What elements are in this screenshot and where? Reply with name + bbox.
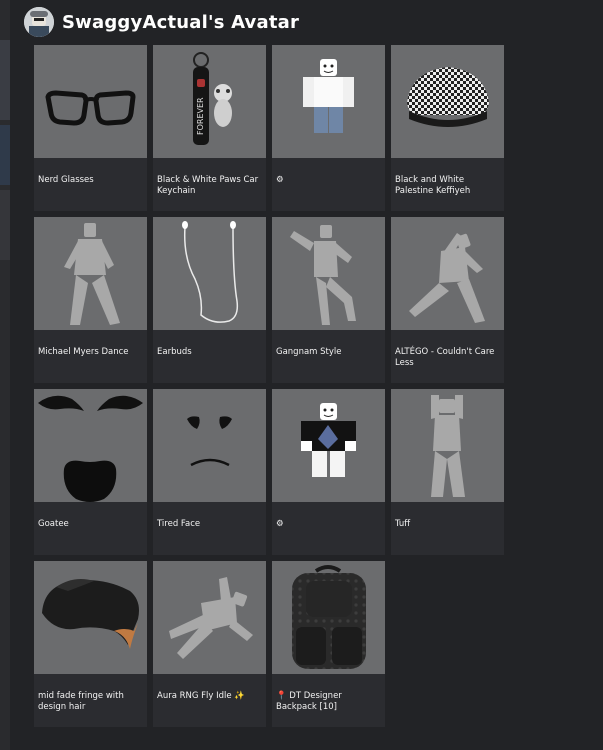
item-thumbnail (34, 389, 147, 502)
item-thumbnail (391, 45, 504, 158)
item-name: Earbuds (157, 347, 192, 357)
item-card[interactable]: ⚙ (272, 45, 385, 211)
item-name: Gangnam Style (276, 347, 342, 357)
item-thumbnail (34, 561, 147, 674)
item-name: ALTÉGO - Couldn't Care Less (395, 347, 495, 368)
item-name: Nerd Glasses (38, 175, 94, 185)
item-card[interactable]: Tired Face (153, 389, 266, 555)
avatar-headshot-icon (24, 7, 54, 37)
item-card[interactable]: Michael Myers Dance (34, 217, 147, 383)
item-name: mid fade fringe with design hair (38, 691, 124, 712)
face-icon (187, 416, 232, 467)
item-thumbnail (153, 561, 266, 674)
item-thumbnail (391, 389, 504, 502)
item-thumbnail (272, 45, 385, 158)
fly-silhouette-icon (169, 577, 253, 659)
dance-silhouette-icon (64, 223, 120, 325)
item-name: Michael Myers Dance (38, 347, 129, 357)
item-thumbnail (272, 217, 385, 330)
item-card[interactable]: Goatee (34, 389, 147, 555)
item-card[interactable]: Tuff (391, 389, 504, 555)
item-name: ⚙ (276, 519, 284, 529)
item-name: ⚙ (276, 175, 284, 185)
item-card[interactable]: FOREVER Black & White Paws Car Keychain (153, 45, 266, 211)
item-card[interactable]: mid fade fringe with design hair (34, 561, 147, 727)
earbuds-icon (182, 221, 239, 323)
item-name: 📍 DT Designer Backpack [10] (276, 691, 342, 712)
item-card[interactable]: 📍 DT Designer Backpack [10] (272, 561, 385, 727)
item-name: Black & White Paws Car Keychain (157, 175, 259, 196)
item-thumbnail (153, 217, 266, 330)
keychain-icon: FOREVER (193, 52, 232, 145)
item-card[interactable]: Black and White Palestine Keffiyeh (391, 45, 504, 211)
goatee-icon (38, 395, 143, 502)
pose-silhouette-icon (431, 395, 465, 497)
item-name: Tuff (395, 519, 411, 529)
keffiyeh-icon (407, 67, 489, 127)
shirt-character-icon (303, 59, 354, 133)
item-card[interactable]: Nerd Glasses (34, 45, 147, 211)
svg-text:FOREVER: FOREVER (196, 97, 205, 135)
item-thumbnail (391, 217, 504, 330)
item-card[interactable]: Earbuds (153, 217, 266, 383)
avatar[interactable] (24, 7, 54, 37)
item-thumbnail (34, 45, 147, 158)
item-card[interactable]: Aura RNG Fly Idle ✨ (153, 561, 266, 727)
item-thumbnail (34, 217, 147, 330)
item-card[interactable]: ⚙ (272, 389, 385, 555)
item-card[interactable]: Gangnam Style (272, 217, 385, 383)
item-thumbnail (272, 389, 385, 502)
item-thumbnail: FOREVER (153, 45, 266, 158)
backpack-icon (292, 565, 366, 669)
item-name: Black and White Palestine Keffiyeh (395, 175, 471, 196)
panel-header: SwaggyActual's Avatar (24, 6, 299, 38)
item-name: Aura RNG Fly Idle ✨ (157, 691, 245, 701)
item-name: Goatee (38, 519, 69, 529)
dance-silhouette-icon (409, 233, 485, 323)
glasses-icon (45, 90, 136, 126)
item-name: Tired Face (157, 519, 201, 529)
dance-silhouette-icon (290, 225, 356, 325)
page-title: SwaggyActual's Avatar (62, 11, 300, 33)
shirt-character-icon (301, 403, 356, 477)
item-thumbnail (272, 561, 385, 674)
hair-icon (42, 579, 139, 649)
item-thumbnail (153, 389, 266, 502)
item-card[interactable]: ALTÉGO - Couldn't Care Less (391, 217, 504, 383)
